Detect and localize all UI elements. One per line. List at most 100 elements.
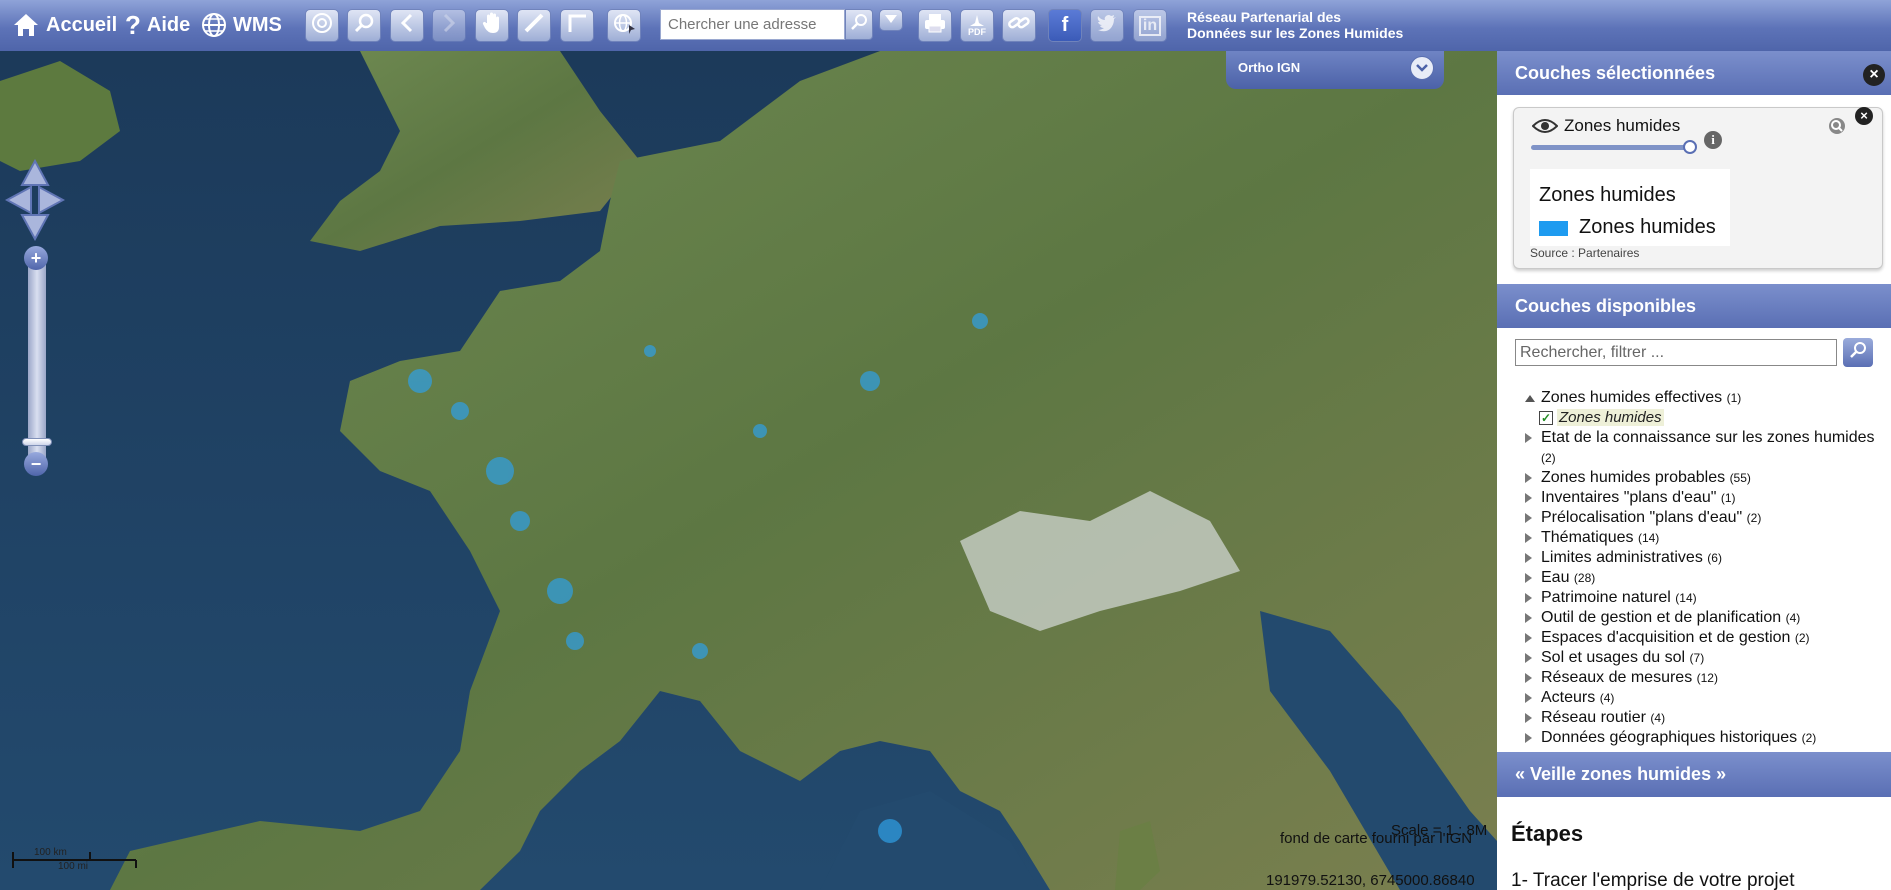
triangle-right-icon[interactable] xyxy=(1525,713,1532,723)
home-icon xyxy=(12,12,40,38)
ruler-icon xyxy=(523,12,545,39)
measure-distance-button[interactable] xyxy=(517,9,551,42)
scale-mi-label: 100 mi xyxy=(58,861,89,872)
triangle-right-icon[interactable] xyxy=(1525,473,1532,483)
legend-title: Zones humides xyxy=(1539,184,1676,206)
map-view[interactable] xyxy=(0,51,1497,890)
facebook-share-button[interactable]: f xyxy=(1048,9,1082,42)
triangle-down-icon[interactable] xyxy=(1525,395,1535,402)
info-icon[interactable]: i xyxy=(1704,131,1722,149)
available-layers-header[interactable]: Couches disponibles xyxy=(1497,284,1891,328)
pan-right-button[interactable] xyxy=(37,185,67,215)
layer-group-count: (55) xyxy=(1729,471,1751,485)
layer-group[interactable]: Zones humides probables (55) xyxy=(1525,468,1885,488)
layer-group-label: Eau xyxy=(1541,569,1570,586)
print-button[interactable] xyxy=(918,9,952,42)
zoom-box-button[interactable] xyxy=(347,9,381,42)
basemap-selector[interactable]: Ortho IGN xyxy=(1226,51,1444,89)
veille-zones-humides-link[interactable]: « Veille zones humides » xyxy=(1497,752,1891,797)
triangle-right-icon[interactable] xyxy=(1525,493,1532,503)
remove-layer-button[interactable]: × xyxy=(1855,107,1873,125)
triangle-right-icon[interactable] xyxy=(1525,673,1532,683)
pan-button[interactable] xyxy=(475,9,509,42)
twitter-share-button[interactable] xyxy=(1090,9,1124,42)
selected-layers-header[interactable]: Couches sélectionnées xyxy=(1497,51,1891,95)
layer-group[interactable]: Réseau routier (4) xyxy=(1525,708,1885,728)
zoom-to-layer-icon[interactable] xyxy=(1827,116,1847,141)
layer-group[interactable]: Acteurs (4) xyxy=(1525,688,1885,708)
previous-view-button[interactable] xyxy=(390,9,424,42)
layer-filter-input[interactable] xyxy=(1515,339,1837,366)
layer-group[interactable]: Etat de la connaissance sur les zones hu… xyxy=(1525,428,1885,468)
veille-label: « Veille zones humides » xyxy=(1515,764,1727,784)
home-link[interactable]: Accueil xyxy=(12,10,117,40)
triangle-right-icon[interactable] xyxy=(1525,533,1532,543)
chevron-right-icon xyxy=(440,12,458,39)
layer-group[interactable]: Eau (28) xyxy=(1525,568,1885,588)
layer-item[interactable]: ✓ Zones humides xyxy=(1525,408,1885,428)
layer-checkbox[interactable]: ✓ xyxy=(1539,411,1553,425)
triangle-right-icon[interactable] xyxy=(1525,613,1532,623)
zoom-slider-handle[interactable] xyxy=(22,438,52,446)
layer-group[interactable]: Limites administratives (6) xyxy=(1525,548,1885,568)
triangle-right-icon[interactable] xyxy=(1525,653,1532,663)
coordinates-button[interactable] xyxy=(607,9,641,42)
opacity-slider[interactable] xyxy=(1531,145,1689,150)
next-view-button[interactable] xyxy=(432,9,466,42)
area-icon xyxy=(566,12,588,39)
zoom-out-button[interactable]: − xyxy=(24,452,48,476)
pan-down-button[interactable] xyxy=(20,213,50,243)
layer-group[interactable]: Espaces d'acquisition et de gestion (2) xyxy=(1525,628,1885,648)
triangle-right-icon[interactable] xyxy=(1525,433,1532,443)
scale-bar: 100 km 100 mi xyxy=(12,846,137,874)
search-icon xyxy=(1849,341,1867,364)
close-panel-button[interactable]: × xyxy=(1863,64,1885,86)
layer-filter-button[interactable] xyxy=(1843,338,1873,367)
triangle-right-icon[interactable] xyxy=(1525,693,1532,703)
zoom-in-button[interactable]: + xyxy=(24,246,48,270)
layer-group-count: (12) xyxy=(1696,671,1718,685)
triangle-right-icon[interactable] xyxy=(1525,633,1532,643)
wms-link[interactable]: WMS xyxy=(201,10,282,40)
link-icon xyxy=(1007,12,1031,39)
eye-icon[interactable] xyxy=(1531,118,1559,139)
layer-group[interactable]: Thématiques (14) xyxy=(1525,528,1885,548)
export-pdf-button[interactable]: PDF xyxy=(960,9,994,42)
step-1-text: Tracer l'emprise de votre projet xyxy=(1532,870,1795,890)
facebook-icon: f xyxy=(1061,14,1069,36)
triangle-right-icon[interactable] xyxy=(1525,573,1532,583)
site-title-line1: Réseau Partenarial des xyxy=(1187,9,1342,25)
triangle-right-icon[interactable] xyxy=(1525,553,1532,563)
search-options-dropdown[interactable] xyxy=(879,9,903,31)
site-title: Réseau Partenarial des Données sur les Z… xyxy=(1187,9,1403,41)
triangle-right-icon[interactable] xyxy=(1525,513,1532,523)
address-search-button[interactable] xyxy=(845,9,873,40)
layer-group-count: (14) xyxy=(1675,591,1697,605)
full-extent-button[interactable] xyxy=(305,9,339,42)
search-icon xyxy=(850,13,868,36)
minus-icon: − xyxy=(30,454,42,474)
triangle-right-icon[interactable] xyxy=(1525,733,1532,743)
layer-group[interactable]: Prélocalisation "plans d'eau" (2) xyxy=(1525,508,1885,528)
linkedin-icon: in xyxy=(1138,15,1162,36)
triangle-right-icon[interactable] xyxy=(1525,593,1532,603)
address-search-input[interactable] xyxy=(660,9,845,40)
linkedin-share-button[interactable]: in xyxy=(1133,9,1167,42)
layer-group[interactable]: Zones humides effectives (1) xyxy=(1525,388,1885,408)
layer-group[interactable]: Patrimoine naturel (14) xyxy=(1525,588,1885,608)
step-1: 1- Tracer l'emprise de votre projet xyxy=(1511,870,1794,890)
layer-group-label: Limites administratives xyxy=(1541,549,1703,566)
pan-left-button[interactable] xyxy=(4,185,35,215)
layer-group[interactable]: Sol et usages du sol (7) xyxy=(1525,648,1885,668)
permalink-button[interactable] xyxy=(1002,9,1036,42)
opacity-slider-handle[interactable] xyxy=(1683,140,1697,154)
layer-group-count: (7) xyxy=(1689,651,1705,665)
measure-area-button[interactable] xyxy=(560,9,594,42)
layer-group[interactable]: Données géographiques historiques (2) xyxy=(1525,728,1885,748)
help-link[interactable]: ? Aide xyxy=(125,10,190,40)
layer-group[interactable]: Inventaires "plans d'eau" (1) xyxy=(1525,488,1885,508)
question-icon: ? xyxy=(125,9,141,40)
available-layers-title: Couches disponibles xyxy=(1515,296,1697,316)
layer-group[interactable]: Outil de gestion et de planification (4) xyxy=(1525,608,1885,628)
layer-group[interactable]: Réseaux de mesures (12) xyxy=(1525,668,1885,688)
